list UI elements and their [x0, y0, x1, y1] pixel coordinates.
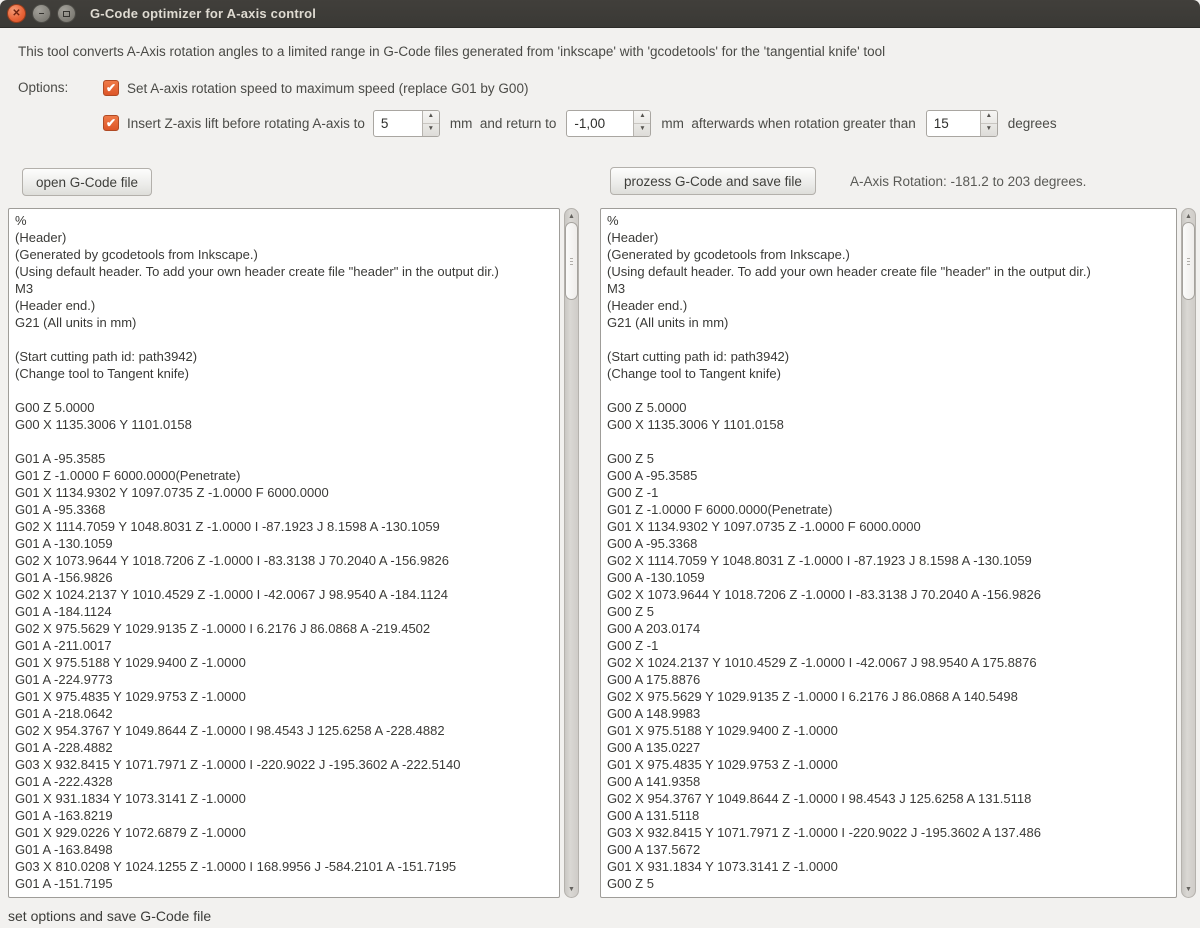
lift-height-value[interactable]: 5 [374, 111, 422, 136]
statusbar: set options and save G-Code file [0, 904, 1200, 928]
check-icon: ✔ [105, 81, 117, 95]
return-height-spinners: ▲ ▼ [633, 110, 651, 136]
spin-up-icon[interactable]: ▲ [634, 111, 651, 124]
angle-threshold-spinbox[interactable]: 15 ▲ ▼ [925, 109, 998, 137]
scrollbar-grip-icon [570, 258, 573, 265]
process-gcode-button[interactable]: prozess G-Code and save file [610, 167, 816, 195]
angle-threshold-value[interactable]: 15 [927, 111, 980, 136]
lift-height-spinbox[interactable]: 5 ▲ ▼ [372, 109, 440, 137]
app-window: { "window": { "title": "G-Code optimizer… [0, 0, 1200, 928]
lift-height-spinners: ▲ ▼ [421, 110, 439, 136]
status-text: set options and save G-Code file [8, 908, 212, 924]
window-title: G-Code optimizer for A-axis control [90, 6, 317, 21]
source-gcode-pane: % (Header) (Generated by gcodetools from… [8, 208, 579, 898]
output-gcode-text: % (Header) (Generated by gcodetools from… [607, 213, 1091, 891]
rotation-range-label: A-Axis Rotation: -181.2 to 203 degrees. [850, 174, 1087, 189]
source-gcode-textview[interactable]: % (Header) (Generated by gcodetools from… [8, 208, 560, 898]
output-gcode-pane: % (Header) (Generated by gcodetools from… [600, 208, 1196, 898]
angle-label: mm afterwards when rotation greater than [661, 115, 916, 131]
source-gcode-text: % (Header) (Generated by gcodetools from… [15, 213, 499, 891]
check-icon: ✔ [105, 116, 117, 130]
scroll-up-icon[interactable]: ▲ [565, 213, 578, 220]
scrollbar-grip-icon [1187, 258, 1190, 265]
source-scrollbar[interactable]: ▲ ▼ [564, 208, 579, 898]
options-label: Options: [18, 80, 69, 95]
option-zlift-row: ✔ Insert Z-axis lift before rotating A-a… [103, 109, 1063, 137]
return-label: mm and return to [449, 115, 557, 131]
degrees-label: degrees [1007, 115, 1057, 131]
spin-up-icon[interactable]: ▲ [980, 111, 997, 124]
output-gcode-textview[interactable]: % (Header) (Generated by gcodetools from… [600, 208, 1177, 898]
source-scrollbar-thumb[interactable] [565, 222, 578, 300]
open-gcode-button[interactable]: open G-Code file [22, 168, 153, 196]
scroll-up-icon[interactable]: ▲ [1182, 213, 1195, 220]
return-height-spinbox[interactable]: -1,00 ▲ ▼ [566, 109, 652, 137]
return-height-value[interactable]: -1,00 [567, 111, 633, 136]
scroll-down-icon[interactable]: ▼ [1182, 886, 1195, 893]
titlebar[interactable]: ✕ – G-Code optimizer for A-axis control [0, 0, 1200, 28]
minimize-button[interactable]: – [32, 4, 51, 23]
output-scrollbar-thumb[interactable] [1182, 222, 1195, 300]
spin-up-icon[interactable]: ▲ [422, 111, 439, 124]
window-controls: ✕ – [7, 4, 76, 23]
max-speed-checkbox[interactable]: ✔ [103, 80, 119, 96]
spin-down-icon[interactable]: ▼ [423, 124, 439, 136]
close-icon: ✕ [12, 7, 21, 19]
zlift-label: Insert Z-axis lift before rotating A-axi… [127, 115, 365, 131]
minimize-icon: – [38, 7, 45, 19]
angle-threshold-spinners: ▲ ▼ [979, 110, 997, 136]
scroll-down-icon[interactable]: ▼ [565, 886, 578, 893]
maximize-icon [63, 10, 70, 17]
option-max-speed-row: ✔ Set A-axis rotation speed to maximum s… [103, 80, 532, 96]
close-button[interactable]: ✕ [7, 4, 26, 23]
spin-down-icon[interactable]: ▼ [981, 124, 997, 136]
spin-down-icon[interactable]: ▼ [634, 124, 650, 136]
max-speed-label: Set A-axis rotation speed to maximum spe… [127, 80, 529, 96]
zlift-checkbox[interactable]: ✔ [103, 115, 119, 131]
maximize-button[interactable] [57, 4, 76, 23]
tool-description: This tool converts A-Axis rotation angle… [18, 44, 886, 59]
output-scrollbar[interactable]: ▲ ▼ [1181, 208, 1196, 898]
